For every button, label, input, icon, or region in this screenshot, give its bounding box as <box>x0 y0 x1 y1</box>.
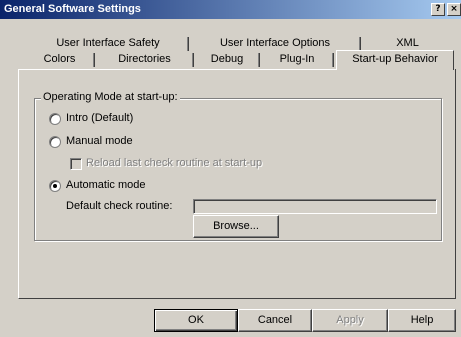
tab-label: Directories <box>118 53 171 65</box>
tab-start-up-behavior[interactable]: Start-up Behavior <box>336 50 454 70</box>
reload-checkbox-label: Reload last check routine at start-up <box>86 157 263 169</box>
default-routine-label: Default check routine: <box>66 200 173 212</box>
tab-user-interface-safety[interactable]: User Interface Safety <box>27 36 189 52</box>
tab-label: Start-up Behavior <box>352 53 438 65</box>
browse-button-label: Browse... <box>213 220 259 232</box>
default-routine-field[interactable] <box>193 199 437 214</box>
help-icon: ? <box>435 4 441 14</box>
reload-checkbox[interactable] <box>70 158 82 170</box>
radio-manual-label[interactable]: Manual mode <box>66 135 133 147</box>
browse-button[interactable]: Browse... <box>193 215 279 238</box>
tab-label: XML <box>396 37 419 49</box>
help-button[interactable]: Help <box>388 309 456 332</box>
ok-button[interactable]: OK <box>154 309 238 332</box>
close-title-button[interactable]: × <box>447 3 461 16</box>
title-bar: General Software Settings ? × <box>0 0 461 19</box>
tab-directories[interactable]: Directories <box>95 52 194 68</box>
group-legend: Operating Mode at start-up: <box>41 91 180 103</box>
cancel-button[interactable]: Cancel <box>238 309 312 332</box>
tab-plug-in[interactable]: Plug-In <box>260 52 334 68</box>
tab-label: User Interface Safety <box>56 37 160 49</box>
radio-intro[interactable] <box>49 113 61 125</box>
tab-label: Colors <box>43 53 76 65</box>
radio-manual[interactable] <box>49 136 61 148</box>
tab-label: Plug-In <box>279 53 315 65</box>
close-icon: × <box>450 4 458 14</box>
tab-label: User Interface Options <box>219 37 331 49</box>
tab-debug[interactable]: Debug <box>194 52 260 68</box>
radio-automatic-label[interactable]: Automatic mode <box>66 179 145 191</box>
radio-intro-label[interactable]: Intro (Default) <box>66 112 133 124</box>
radio-automatic[interactable] <box>49 180 61 192</box>
apply-button[interactable]: Apply <box>312 309 388 332</box>
window-title: General Software Settings <box>4 3 141 15</box>
tab-label: Debug <box>210 53 244 65</box>
help-title-button[interactable]: ? <box>431 3 445 16</box>
tab-colors[interactable]: Colors <box>24 52 95 68</box>
help-button-label: Help <box>410 314 434 326</box>
radio-selected-dot <box>53 184 57 188</box>
apply-button-label: Apply <box>336 314 364 326</box>
cancel-button-label: Cancel <box>257 314 293 326</box>
ok-button-label: OK <box>188 314 204 326</box>
